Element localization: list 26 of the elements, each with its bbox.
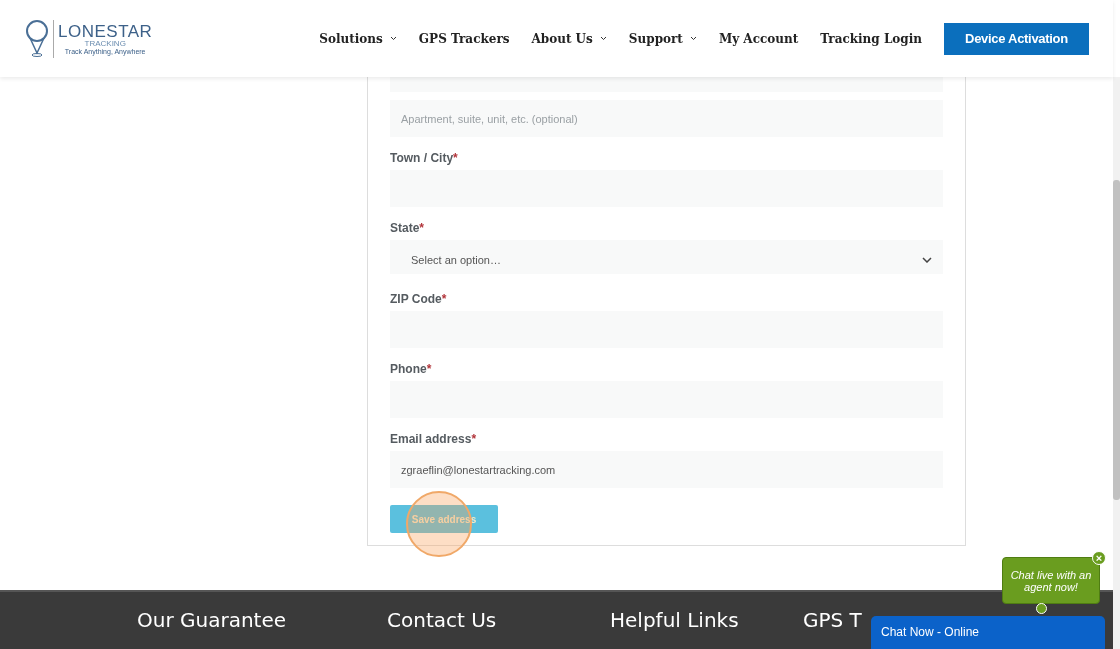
footer-heading: GPS T xyxy=(803,607,862,634)
nav-link[interactable]: About Us xyxy=(531,31,607,46)
input-field[interactable]: zgraeflin@lonestartracking.com xyxy=(390,451,943,488)
logo-subtitle: TRACKING xyxy=(84,39,126,48)
scrollbar[interactable] xyxy=(1113,77,1120,649)
nav-link[interactable]: My Account xyxy=(718,31,799,46)
nav-link[interactable]: Support xyxy=(628,31,697,46)
footer-heading: Our Guarantee xyxy=(137,607,288,634)
device-activation-button[interactable]: Device Activation xyxy=(944,22,1089,55)
field-label: Phone* xyxy=(390,362,433,376)
footer-heading: Helpful Links xyxy=(610,607,740,634)
field-label: ZIP Code* xyxy=(390,292,448,306)
state-select[interactable]: Select an option… xyxy=(390,240,943,274)
chevron-down-icon xyxy=(922,257,932,263)
nav-link[interactable]: GPS Trackers xyxy=(418,31,510,46)
chat-bar[interactable]: Chat Now - Online xyxy=(871,616,1105,649)
nav-link[interactable]: Tracking Login xyxy=(820,31,922,46)
input-field[interactable]: Apartment, suite, unit, etc. (optional) xyxy=(390,100,943,137)
field-label: State* xyxy=(390,221,425,235)
logo-name: LONESTAR xyxy=(58,22,153,40)
nav-link[interactable]: Solutions xyxy=(319,31,397,46)
chat-prompt-text: Chat live with an agent now! xyxy=(1009,568,1093,593)
map-pin-icon xyxy=(25,19,54,58)
footer-heading: Contact Us xyxy=(387,607,498,634)
field-label: Town / City* xyxy=(390,151,459,165)
field-label: Email address* xyxy=(390,432,478,446)
